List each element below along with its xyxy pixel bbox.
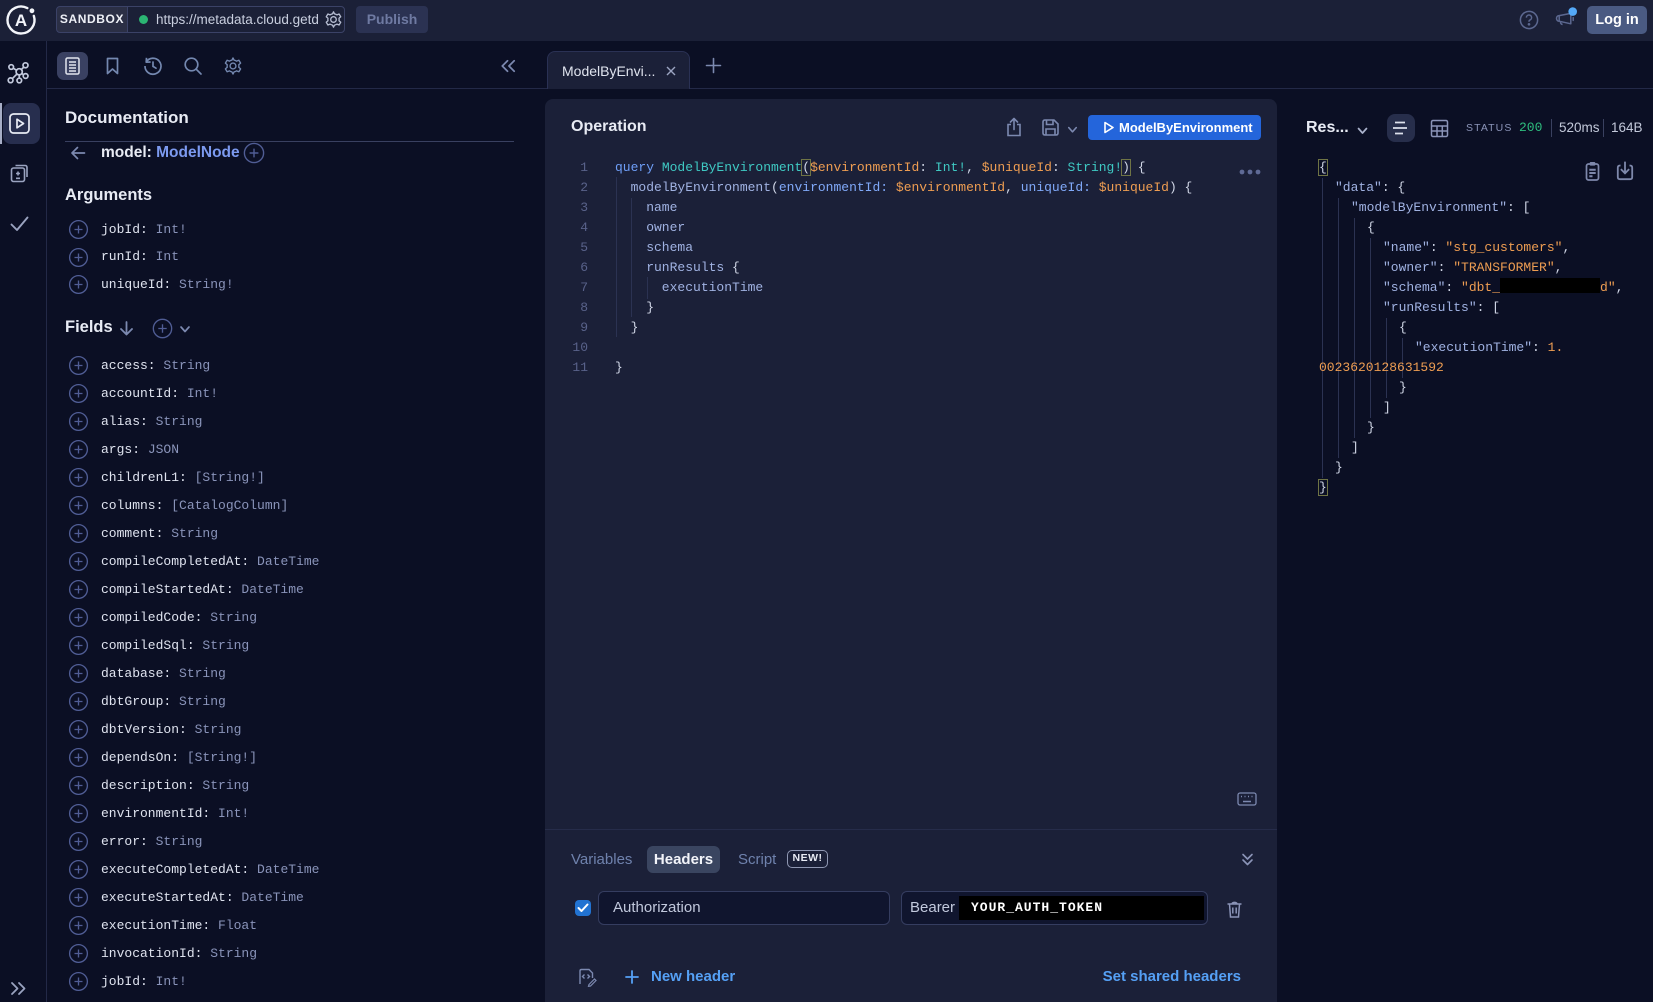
svg-text:A: A [15, 11, 27, 30]
